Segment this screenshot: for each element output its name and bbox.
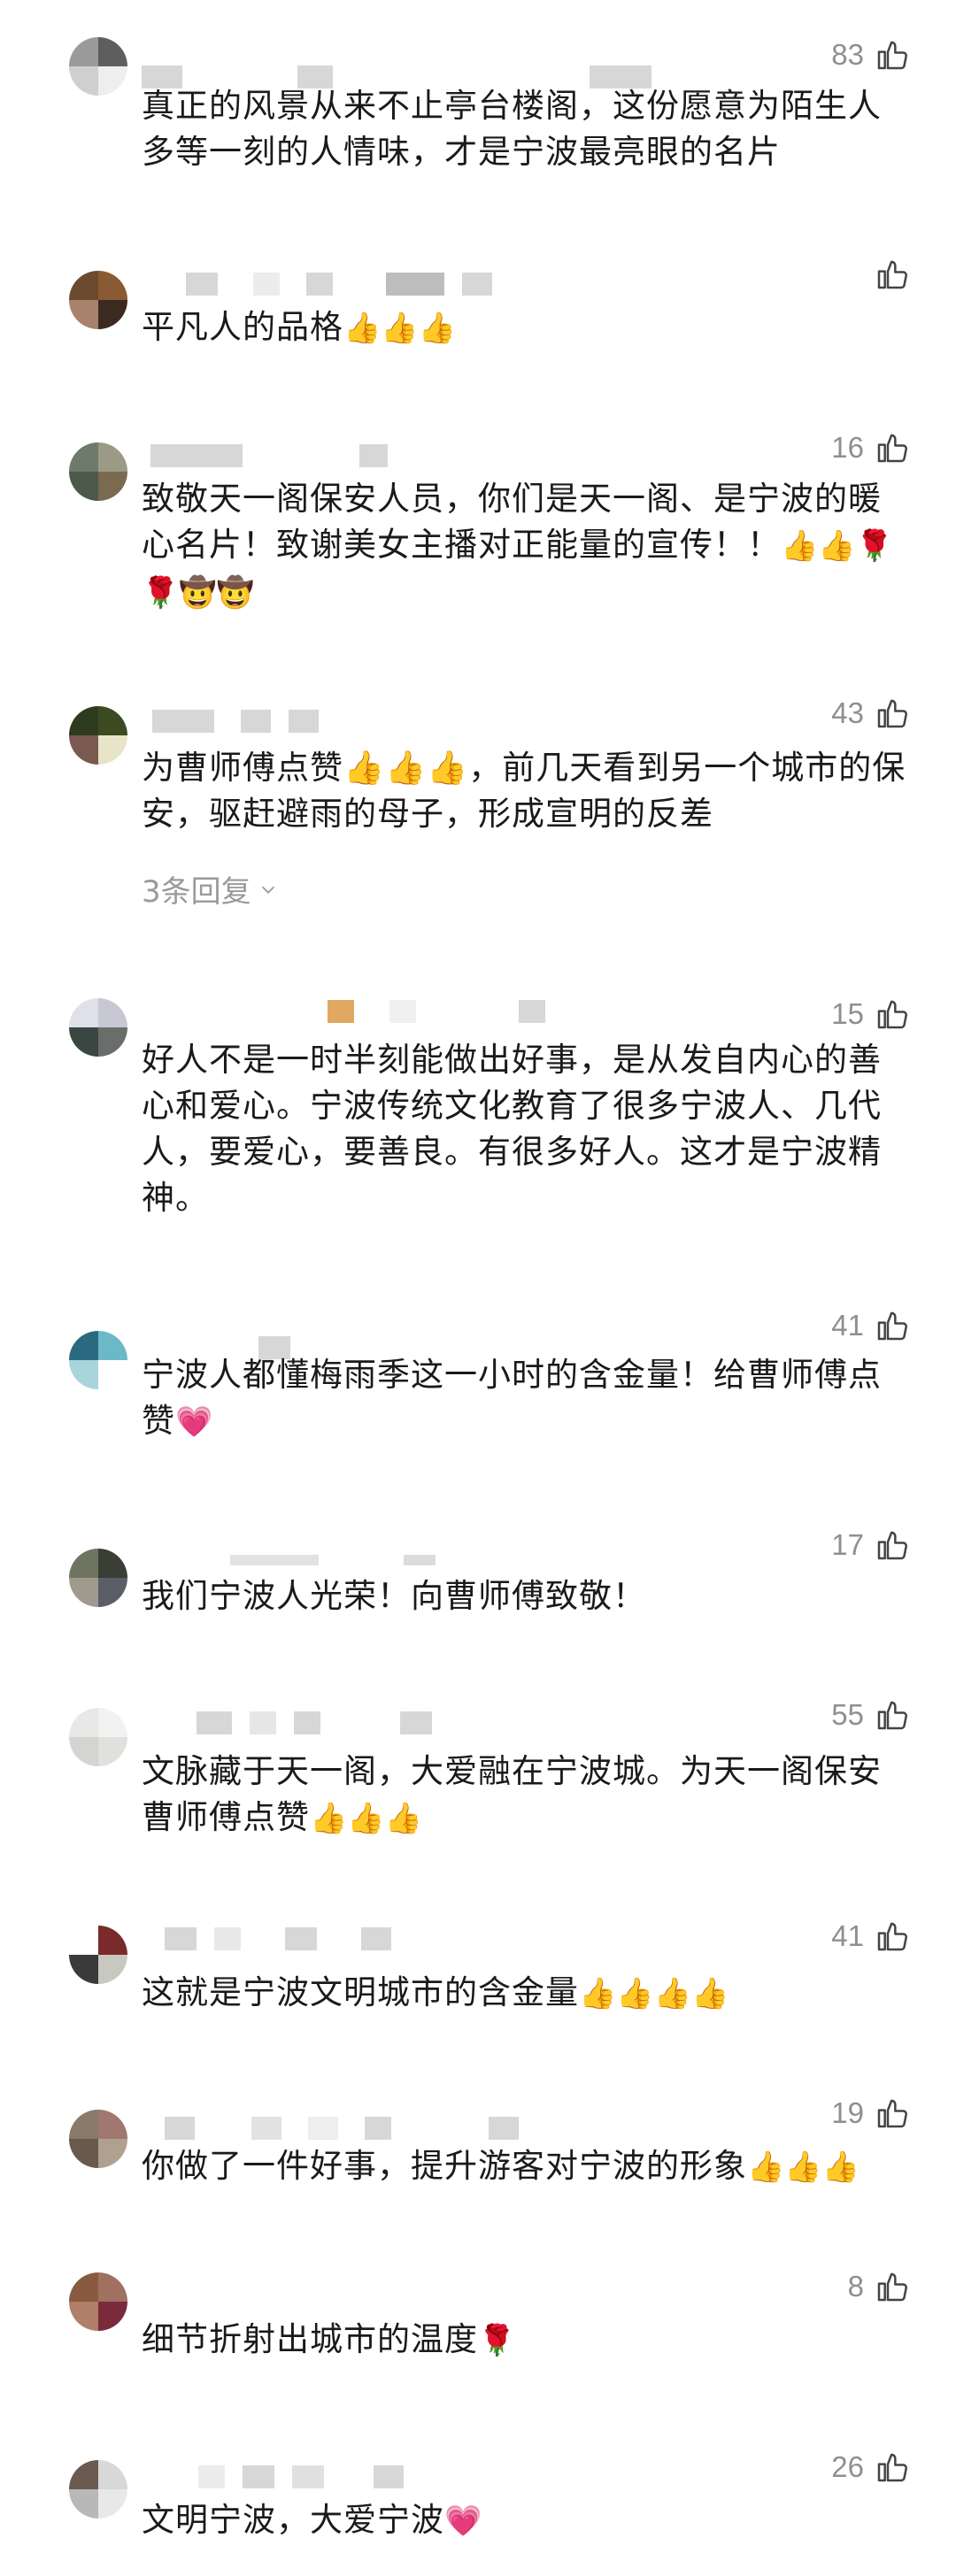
thumbs-up-icon (877, 2272, 907, 2302)
username[interactable] (142, 708, 319, 734)
like-button[interactable]: 8 (848, 2267, 910, 2306)
like-button[interactable]: 15 (831, 995, 910, 1034)
like-button[interactable]: 43 (831, 694, 910, 733)
comment-text: 文脉藏于天一阁，大爱融在宁波城。为天一阁保安曹师傅点赞👍👍👍 (142, 1752, 882, 1836)
like-count: 15 (831, 997, 864, 1030)
comment-text: 平凡人的品格👍👍👍 (142, 308, 457, 346)
avatar[interactable] (69, 1708, 127, 1766)
thumbs-up-icon (877, 2099, 907, 2128)
username[interactable] (142, 2115, 519, 2142)
comment-text: 宁波人都懂梅雨季这一小时的含金量！给曹师傅点赞💗 (142, 1356, 882, 1440)
like-count: 55 (831, 1698, 864, 1731)
avatar[interactable] (69, 37, 127, 96)
comment-text: 致敬天一阁保安人员，你们是天一阁、是宁波的暖心名片！致谢美女主播对正能量的宣传！… (142, 480, 894, 611)
username[interactable] (142, 998, 545, 1025)
thumbs-up-icon (877, 699, 907, 728)
like-count: 26 (831, 2450, 864, 2483)
avatar[interactable] (69, 998, 127, 1057)
thumbs-up-icon (877, 2453, 907, 2482)
like-button[interactable]: 55 (831, 1696, 910, 1734)
comment-text: 细节折射出城市的温度🌹 (142, 2320, 516, 2358)
like-button[interactable]: 41 (831, 1306, 910, 1345)
avatar[interactable] (69, 2272, 127, 2331)
like-button[interactable]: 41 (831, 1917, 910, 1956)
thumbs-up-icon (877, 41, 907, 70)
avatar[interactable] (69, 1549, 127, 1607)
like-count: 16 (831, 431, 864, 464)
thumbs-up-icon (877, 1531, 907, 1560)
like-count: 8 (847, 2270, 864, 2303)
avatar[interactable] (69, 271, 127, 329)
like-button[interactable]: 19 (831, 2094, 910, 2133)
like-button[interactable]: 83 (831, 35, 910, 74)
like-count: 19 (831, 2096, 864, 2129)
avatar[interactable] (69, 442, 127, 501)
thumbs-up-icon (877, 1922, 907, 1951)
comment-text: 这就是宁波文明城市的含金量👍👍👍👍 (142, 1973, 729, 2011)
username[interactable] (142, 1547, 436, 1573)
avatar[interactable] (69, 1331, 127, 1389)
view-replies-button[interactable]: 3条回复 (142, 867, 278, 911)
avatar[interactable] (69, 1926, 127, 1984)
thumbs-up-icon (877, 1701, 907, 1730)
username[interactable] (142, 2464, 404, 2490)
username[interactable] (142, 1710, 432, 1736)
username[interactable] (142, 442, 388, 469)
like-button[interactable] (864, 255, 910, 294)
comment-text: 真正的风景从来不止亭台楼阁，这份愿意为陌生人多等一刻的人情味，才是宁波最亮眼的名… (142, 87, 882, 171)
thumbs-up-icon (877, 260, 907, 289)
avatar[interactable] (69, 2110, 127, 2168)
thumbs-up-icon (877, 434, 907, 463)
comment-text: 好人不是一时半刻能做出好事，是从发自内心的善心和爱心。宁波传统文化教育了很多宁波… (142, 1041, 882, 1217)
avatar[interactable] (69, 2460, 127, 2518)
like-button[interactable]: 16 (831, 428, 910, 467)
like-count: 83 (831, 38, 864, 71)
like-count: 41 (831, 1919, 864, 1952)
like-count: 17 (831, 1528, 864, 1561)
like-button[interactable]: 17 (831, 1526, 910, 1565)
like-button[interactable]: 26 (831, 2448, 910, 2487)
thumbs-up-icon (877, 1311, 907, 1341)
username[interactable] (142, 271, 492, 297)
comment-text: 为曹师傅点赞👍👍👍，前几天看到另一个城市的保安，驱赶避雨的母子，形成宣明的反差 (142, 749, 906, 833)
like-count: 41 (831, 1309, 864, 1342)
comment-text: 文明宁波，大爱宁波💗 (142, 2501, 482, 2539)
avatar[interactable] (69, 706, 127, 765)
like-count: 43 (831, 696, 864, 729)
comment-text: 我们宁波人光荣！向曹师傅致敬！ (142, 1577, 646, 1615)
comment-text: 你做了一件好事，提升游客对宁波的形象👍👍👍 (142, 2147, 860, 2185)
username[interactable] (142, 1926, 391, 1952)
chevron-down-icon (261, 886, 274, 894)
thumbs-up-icon (877, 1000, 907, 1029)
